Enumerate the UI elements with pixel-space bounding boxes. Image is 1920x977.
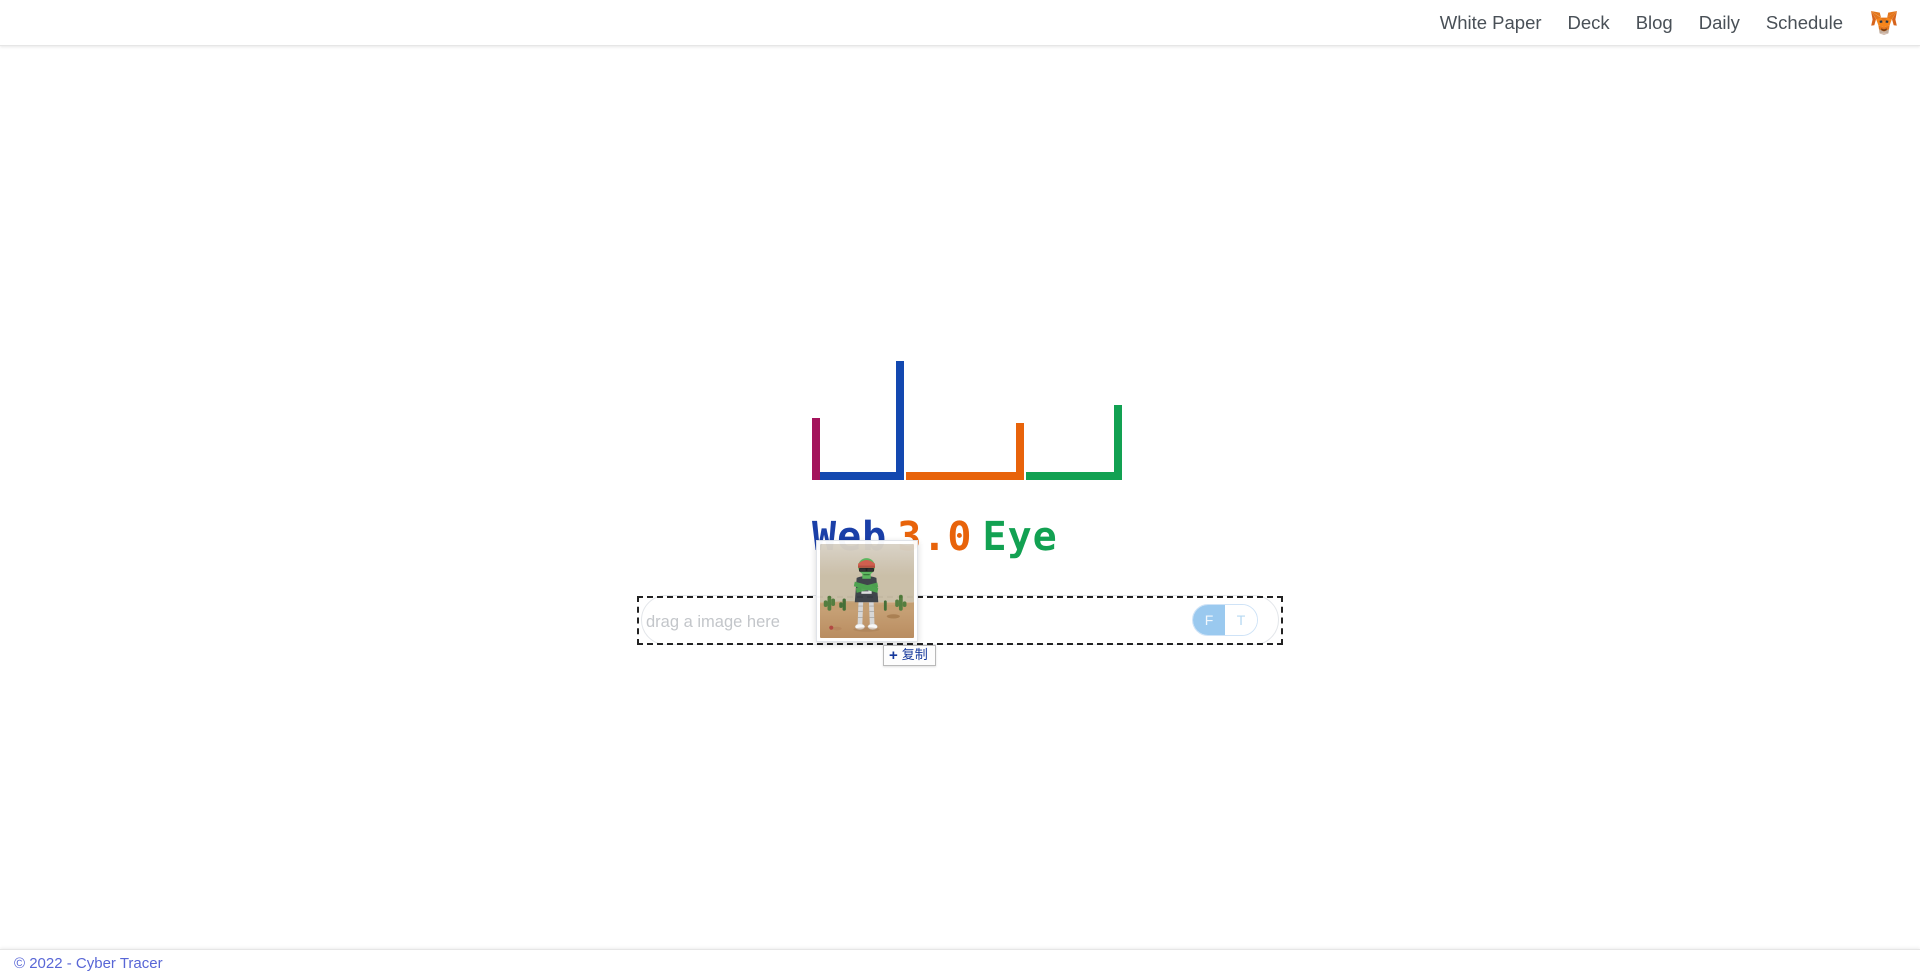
logo-segment-orange-horizontal [906,472,1024,480]
footer-copyright[interactable]: © 2022 - Cyber Tracer [0,955,163,973]
nft-character-desert-thumbnail-svg [820,544,914,638]
ft-toggle-option-t[interactable]: T [1225,605,1257,635]
logo-segment-blue-horizontal [820,472,904,480]
site-header: White Paper Deck Blog Daily Schedule [0,0,1920,46]
logo-segment-blue-vertical [896,361,904,480]
nav-white-paper[interactable]: White Paper [1427,11,1555,35]
drop-placeholder-text: drag a image here [646,613,780,631]
logo-segment-green-horizontal [1026,472,1122,480]
web3-eye-bracket-logo [812,361,1122,491]
ft-toggle[interactable]: F T [1192,604,1258,636]
nav-daily[interactable]: Daily [1686,11,1753,35]
ft-toggle-option-f[interactable]: F [1193,605,1225,635]
nav-schedule[interactable]: Schedule [1753,11,1856,35]
metamask-fox-icon-svg [1871,10,1897,35]
drag-copy-tooltip-label: 复制 [901,648,928,663]
metamask-fox-icon[interactable] [1866,7,1902,39]
nav-deck[interactable]: Deck [1555,11,1623,35]
wordmark-eye: Eye [982,514,1058,560]
plus-icon: + [889,647,898,664]
logo-segment-magenta-vertical [812,418,820,480]
drag-copy-tooltip: + 复制 [883,645,936,666]
logo-segment-green-vertical [1114,405,1122,480]
site-footer: © 2022 - Cyber Tracer [0,949,1920,977]
main-content: Web 3.0 Eye drag a image here F T + 复制 [0,46,1920,949]
nav-blog[interactable]: Blog [1623,11,1686,35]
main-navigation: White Paper Deck Blog Daily Schedule [1427,7,1920,39]
nft-character-desert-thumbnail [816,540,918,642]
